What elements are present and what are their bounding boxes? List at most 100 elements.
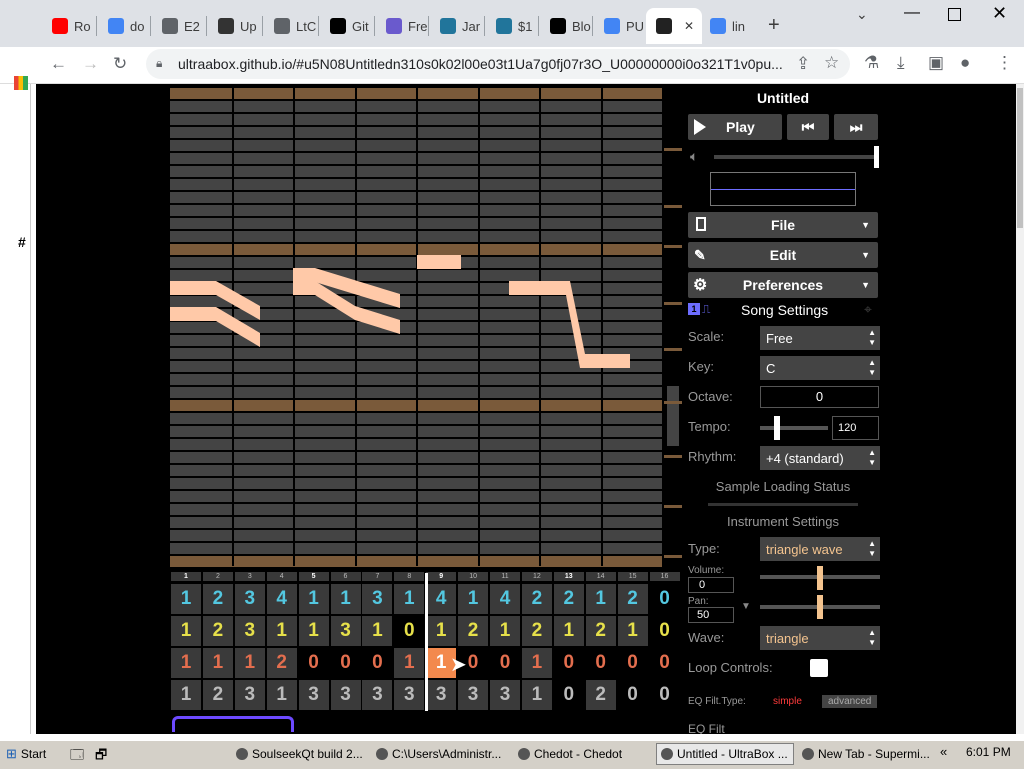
pattern-cell[interactable]: 4: [266, 584, 297, 614]
forward-icon[interactable]: →: [82, 54, 99, 74]
back-icon[interactable]: ←: [50, 54, 67, 74]
pattern-cell[interactable]: 3: [330, 616, 361, 646]
pattern-cell[interactable]: 2: [202, 680, 233, 710]
instrument-volume-knob[interactable]: [817, 566, 823, 590]
pattern-cell[interactable]: 1: [266, 680, 297, 710]
bar-number[interactable]: 12: [521, 572, 552, 581]
browser-tab[interactable]: Git: [320, 8, 382, 44]
pattern-cell[interactable]: 0: [298, 648, 329, 678]
eq-advanced-option[interactable]: advanced: [822, 695, 878, 708]
taskbar-item[interactable]: SoulseekQt build 2...: [232, 743, 368, 765]
pattern-cell[interactable]: 0: [649, 680, 680, 710]
pattern-cell[interactable]: 1: [585, 584, 616, 614]
pattern-cell[interactable]: 2: [617, 584, 648, 614]
pattern-cell[interactable]: 2: [202, 616, 233, 646]
pattern-cell[interactable]: 1: [298, 584, 329, 614]
tab-search-icon[interactable]: ⌄: [856, 6, 868, 23]
pattern-cell[interactable]: 3: [362, 680, 393, 710]
pattern-cell[interactable]: 1: [266, 616, 297, 646]
pattern-cell[interactable]: 3: [234, 680, 265, 710]
bar-number[interactable]: 10: [458, 572, 489, 581]
pattern-cell[interactable]: 1: [553, 616, 584, 646]
pattern-cell[interactable]: 0: [362, 648, 393, 678]
pattern-cell[interactable]: 0: [490, 648, 520, 678]
pattern-cell[interactable]: 1: [521, 680, 552, 710]
bar-number[interactable]: 14: [585, 572, 616, 581]
profile-icon[interactable]: ●: [960, 53, 970, 73]
note-layer[interactable]: [170, 88, 662, 566]
bar-number[interactable]: 15: [617, 572, 648, 581]
pattern-cell[interactable]: 2: [266, 648, 297, 678]
pattern-cell[interactable]: 2: [553, 584, 584, 614]
browser-tab[interactable]: lin: [700, 8, 762, 44]
add-channel-button[interactable]: [172, 716, 294, 732]
close-window-button[interactable]: ✕: [992, 3, 1007, 24]
tempo-knob[interactable]: [774, 416, 780, 440]
pattern-cell[interactable]: 1: [394, 584, 425, 614]
edit-menu[interactable]: ✎ Edit ▼: [688, 242, 878, 268]
bar-number[interactable]: 1: [171, 572, 201, 581]
play-button[interactable]: Play: [688, 114, 782, 140]
bookmark-star-icon[interactable]: ☆: [824, 53, 839, 73]
page-scrollbar-thumb[interactable]: [1017, 88, 1023, 228]
pattern-cell[interactable]: 1: [171, 616, 201, 646]
octave-input[interactable]: 0: [760, 386, 879, 408]
main-volume-knob[interactable]: [874, 146, 879, 168]
new-tab-button[interactable]: +: [768, 14, 780, 37]
pattern-cell[interactable]: 2: [202, 584, 233, 614]
browser-tab[interactable]: E2: [152, 8, 214, 44]
pattern-cell[interactable]: 2: [458, 616, 489, 646]
wave-tab-icon[interactable]: ⎍: [702, 302, 710, 317]
song-title[interactable]: Untitled: [688, 90, 878, 106]
bar-number[interactable]: 16: [649, 572, 680, 581]
bar-number[interactable]: 6: [330, 572, 361, 581]
pattern-cell[interactable]: 1: [426, 616, 457, 646]
browser-tab[interactable]: LtC: [264, 8, 326, 44]
maximize-button[interactable]: [948, 8, 961, 21]
pattern-cell[interactable]: 0: [394, 616, 425, 646]
minimize-button[interactable]: —: [904, 4, 920, 22]
browser-tab[interactable]: ✕: [646, 8, 702, 44]
octave-scrollbar[interactable]: [664, 88, 682, 566]
pattern-cell[interactable]: 0: [649, 648, 680, 678]
pattern-cell[interactable]: 1: [298, 616, 329, 646]
main-volume-slider[interactable]: [714, 155, 876, 159]
note[interactable]: [417, 255, 461, 269]
pattern-cell[interactable]: 0: [649, 584, 680, 614]
pattern-cell[interactable]: 3: [458, 680, 489, 710]
sidepanel-icon[interactable]: ▣: [928, 53, 944, 73]
pattern-cell[interactable]: 2: [521, 616, 552, 646]
pan-input[interactable]: 50: [688, 607, 734, 623]
pattern-cell[interactable]: 2: [585, 616, 616, 646]
pattern-cell[interactable]: 3: [394, 680, 425, 710]
pattern-cell[interactable]: 0: [553, 680, 584, 710]
pattern-cell[interactable]: 1: [458, 584, 489, 614]
pattern-cell[interactable]: 3: [426, 680, 457, 710]
pattern-cell[interactable]: 0: [649, 616, 680, 646]
taskbar-item[interactable]: New Tab - Supermi...: [798, 743, 934, 765]
clock[interactable]: 6:01 PM: [966, 745, 1011, 759]
pattern-cell[interactable]: 3: [490, 680, 520, 710]
quicklaunch-icon[interactable]: 🗔︎: [70, 746, 84, 768]
volume-input[interactable]: 0: [688, 577, 734, 593]
taskbar-item[interactable]: Untitled - UltraBox ...: [656, 743, 794, 765]
taskbar-item[interactable]: C:\Users\Administr...: [372, 743, 512, 765]
scale-select[interactable]: Free ▲ ▼: [760, 326, 880, 350]
instrument-type-select[interactable]: triangle wave ▲ ▼: [760, 537, 880, 561]
bar-number[interactable]: 9: [426, 572, 457, 581]
octave-scroll-thumb[interactable]: [667, 386, 679, 446]
browser-tab[interactable]: Jar: [430, 8, 492, 44]
pattern-cell[interactable]: 1: [394, 648, 425, 678]
pattern-cell[interactable]: 3: [234, 584, 265, 614]
pattern-cell[interactable]: 3: [362, 584, 393, 614]
bar-number[interactable]: 7: [362, 572, 393, 581]
pattern-cell[interactable]: 1: [202, 648, 233, 678]
taskbar-item[interactable]: Chedot - Chedot: [514, 743, 652, 765]
browser-tab[interactable]: Up: [208, 8, 270, 44]
preferences-menu[interactable]: ⚙ Preferences ▼: [688, 272, 878, 298]
pattern-cell[interactable]: 1: [171, 648, 201, 678]
url-text[interactable]: ultraabox.github.io/#u5N08Untitledn310s0…: [178, 56, 783, 72]
pattern-cell[interactable]: 0: [617, 680, 648, 710]
pan-knob[interactable]: [817, 595, 823, 619]
pattern-editor[interactable]: [170, 88, 662, 567]
